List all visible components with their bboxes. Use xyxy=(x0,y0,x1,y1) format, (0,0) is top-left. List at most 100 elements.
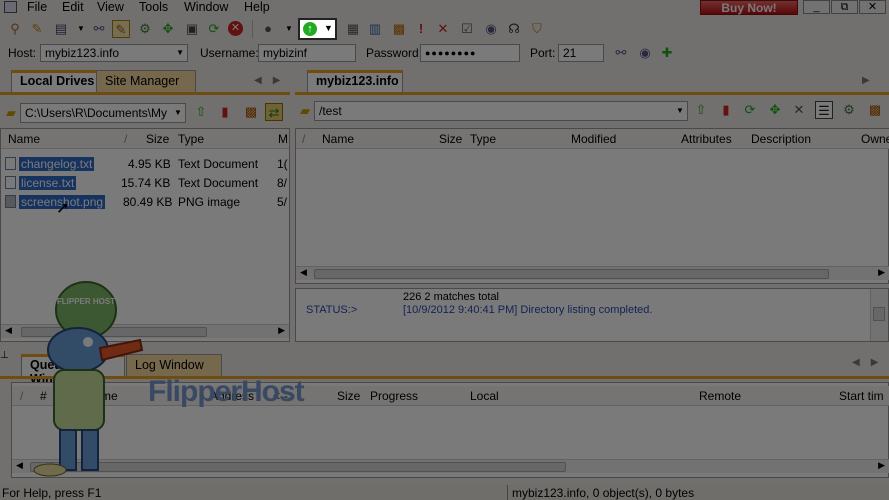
queue-col-size[interactable]: Size xyxy=(337,389,360,403)
menu-tools[interactable]: Tools xyxy=(139,0,168,14)
dropdown-icon[interactable]: ▼ xyxy=(72,20,90,38)
toolbar: ⚲ ✎ ▤ ▼ ⚯ ✎ ⚙ ✥ ▣ ⟳ ✕ ● ▼ ▦ ▥ ▩ ! ✕ ☑ ◉ … xyxy=(0,16,889,42)
queue-col-sort[interactable]: / xyxy=(20,389,23,403)
table-row[interactable]: changelog.txt 4.95 KB Text Document 1( xyxy=(5,155,289,174)
view-file-icon[interactable]: ▥ xyxy=(366,20,384,38)
left-path-combo[interactable]: C:\Users\R\Documents\My xyxy=(20,103,186,123)
host-value: mybiz123.info xyxy=(45,46,120,60)
tab-site-manager[interactable]: Site Manager xyxy=(96,70,196,92)
left-path-value: C:\Users\R\Documents\My xyxy=(25,106,168,120)
right-hscroll-thumb[interactable] xyxy=(314,269,829,279)
left-tab-nav-icon[interactable]: ◀ ▶ xyxy=(254,75,281,86)
text-file-icon xyxy=(5,176,16,189)
remote-refresh-icon[interactable]: ⟳ xyxy=(741,101,759,119)
menu-view[interactable]: View xyxy=(97,0,124,14)
edit-file-icon[interactable]: ▦ xyxy=(344,20,362,38)
globe-icon[interactable]: ◉ xyxy=(482,20,500,38)
right-col-type[interactable]: Type xyxy=(470,132,496,146)
menu-help[interactable]: Help xyxy=(244,0,270,14)
right-col-modified[interactable]: Modified xyxy=(571,132,616,146)
left-up-icon[interactable]: ⇧ xyxy=(192,103,210,121)
left-col-modified[interactable]: M xyxy=(278,132,288,146)
port-input[interactable]: 21 xyxy=(558,44,604,62)
restore-button[interactable]: ⧉ xyxy=(831,0,858,14)
alert-icon[interactable]: ! xyxy=(412,20,430,38)
remote-view-icon[interactable]: ☰ xyxy=(815,101,833,119)
queue-col-local[interactable]: Local xyxy=(470,389,499,403)
left-col-size[interactable]: Size xyxy=(146,132,169,146)
table-row[interactable]: screenshot.png 80.49 KB PNG image 5/ xyxy=(5,193,289,212)
disconnect-icon[interactable]: ✎ xyxy=(112,20,130,38)
new-session-icon[interactable]: ▤ xyxy=(52,20,70,38)
left-col-type[interactable]: Type xyxy=(178,132,204,146)
right-col-attributes[interactable]: Attributes xyxy=(681,132,732,146)
username-input[interactable]: mybizinf xyxy=(258,44,356,62)
left-sync-icon[interactable]: ⇄ xyxy=(265,103,283,121)
delete-icon[interactable]: ✕ xyxy=(434,20,452,38)
shield-icon[interactable]: ⛉ xyxy=(528,20,546,38)
stop-icon[interactable]: ✕ xyxy=(228,21,243,36)
upload-dropdown-icon[interactable]: ▼ xyxy=(324,23,333,33)
right-col-owner[interactable]: Owne xyxy=(861,132,889,146)
right-col-size[interactable]: Size xyxy=(439,132,462,146)
bottom-tab-nav-icon[interactable]: ◀ ▶ xyxy=(852,357,879,368)
refresh-icon[interactable]: ⟳ xyxy=(205,20,223,38)
minimize-button[interactable]: _ xyxy=(803,0,830,14)
go-icon[interactable]: ⚯ xyxy=(612,44,630,62)
right-col-sort[interactable]: / xyxy=(302,132,305,146)
properties-icon[interactable]: ☑ xyxy=(458,20,476,38)
remote-path-dropdown-icon[interactable]: ▼ xyxy=(676,106,684,115)
remote-up-icon[interactable]: ⇧ xyxy=(692,101,710,119)
port-label: Port: xyxy=(530,46,556,60)
right-col-description[interactable]: Description xyxy=(751,132,811,146)
log-vscrollbar[interactable] xyxy=(870,289,888,341)
reconnect-icon[interactable]: ⚙ xyxy=(136,20,154,38)
tab-remote-site[interactable]: mybiz123.info xyxy=(307,70,403,92)
folder-new-icon[interactable]: ▩ xyxy=(390,20,408,38)
file-modified: 5/ xyxy=(277,195,288,209)
remote-path-combo[interactable]: /test xyxy=(314,101,688,121)
table-row[interactable]: license.txt 15.74 KB Text Document 8/ xyxy=(5,174,289,193)
left-col-name[interactable]: Name xyxy=(8,132,40,146)
queue-col-progress[interactable]: Progress xyxy=(370,389,418,403)
queue-col-remote[interactable]: Remote xyxy=(699,389,741,403)
left-col-sort[interactable]: / xyxy=(124,132,127,146)
app-icon[interactable] xyxy=(4,1,17,13)
connect-icon[interactable]: ⚲ xyxy=(6,20,24,38)
support-icon[interactable]: ☊ xyxy=(505,20,523,38)
queue-col-start-time[interactable]: Start tim xyxy=(839,389,884,403)
remote-delete-icon[interactable]: ✕ xyxy=(790,101,808,119)
collapse-icon[interactable]: ⊥ xyxy=(0,350,9,361)
remote-newfolder-icon[interactable]: ▩ xyxy=(866,101,884,119)
remote-bookmark-icon[interactable]: ▮ xyxy=(717,101,735,119)
globe-small-icon[interactable]: ◉ xyxy=(636,44,654,62)
download-dropdown-icon[interactable]: ▼ xyxy=(280,20,298,38)
hdd-icon[interactable]: ▣ xyxy=(183,20,201,38)
menu-file[interactable]: File xyxy=(27,0,47,14)
remote-file-list xyxy=(295,128,889,284)
add-site-icon[interactable]: ✚ xyxy=(658,44,676,62)
file-size: 15.74 KB xyxy=(121,176,171,190)
left-newfolder-icon[interactable]: ▩ xyxy=(242,103,260,121)
right-col-name[interactable]: Name xyxy=(322,132,354,146)
log-vscroll-thumb[interactable] xyxy=(873,307,885,321)
quick-connect-icon[interactable]: ⚯ xyxy=(90,20,108,38)
wand-icon[interactable]: ✎ xyxy=(28,20,46,38)
download-icon[interactable]: ● xyxy=(259,20,277,38)
host-input[interactable]: mybiz123.info ▼ xyxy=(40,44,188,62)
buy-now-button[interactable]: Buy Now! xyxy=(700,0,798,15)
menu-edit[interactable]: Edit xyxy=(62,0,84,14)
sync-icon[interactable]: ✥ xyxy=(159,20,177,38)
close-button[interactable]: ✕ xyxy=(859,0,886,14)
remote-settings-icon[interactable]: ⚙ xyxy=(840,101,858,119)
right-hscrollbar[interactable]: ◀ ▶ xyxy=(296,266,889,280)
left-path-dropdown-icon[interactable]: ▼ xyxy=(174,108,182,117)
tab-local-drives[interactable]: Local Drives xyxy=(11,70,104,92)
remote-sync-icon[interactable]: ✥ xyxy=(766,101,784,119)
left-bookmark-icon[interactable]: ▮ xyxy=(216,103,234,121)
menu-window[interactable]: Window xyxy=(184,0,228,14)
host-dropdown-icon[interactable]: ▼ xyxy=(176,46,184,60)
upload-button-highlighted[interactable]: ↑ ▼ xyxy=(298,18,337,40)
right-tab-nav-icon[interactable]: ▶ xyxy=(862,75,870,86)
password-input[interactable]: ●●●●●●●● xyxy=(420,44,520,62)
